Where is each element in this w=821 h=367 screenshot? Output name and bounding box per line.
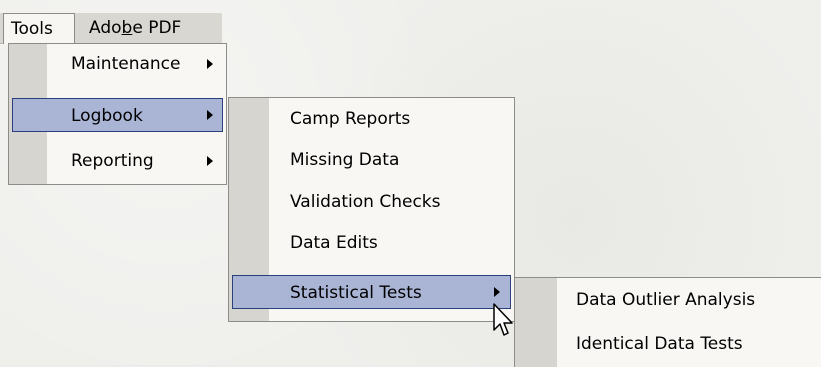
mouse-cursor-icon xyxy=(493,303,513,336)
menu-item-label: Identical Data Tests xyxy=(576,334,743,354)
menu-adobe-pdf-label-part: e PDF xyxy=(132,18,182,38)
menu-item-label: Statistical Tests xyxy=(290,283,422,303)
menu-item-label: Data Outlier Analysis xyxy=(576,290,756,310)
menu-item-label: Logbook xyxy=(71,106,143,126)
menu-item-data-edits[interactable]: Data Edits xyxy=(232,226,511,260)
chevron-right-icon xyxy=(207,156,213,166)
menu-tools[interactable]: Tools xyxy=(3,13,75,44)
menu-item-label: Maintenance xyxy=(71,54,181,74)
menu-item-maintenance[interactable]: Maintenance xyxy=(12,47,223,81)
menu-item-logbook[interactable]: Logbook xyxy=(12,98,223,132)
statistical-tests-submenu: Data Outlier Analysis Identical Data Tes… xyxy=(514,277,821,367)
menu-adobe-pdf-mnemonic: b xyxy=(121,18,133,38)
menu-item-reporting[interactable]: Reporting xyxy=(12,144,223,178)
logbook-submenu: Camp Reports Missing Data Validation Che… xyxy=(228,97,515,322)
menu-item-data-outlier-analysis[interactable]: Data Outlier Analysis xyxy=(518,283,818,317)
chevron-right-icon xyxy=(207,59,213,69)
menu-adobe-pdf-label: Adobe PDF xyxy=(89,18,181,38)
menu-item-missing-data[interactable]: Missing Data xyxy=(232,143,511,177)
menu-item-label: Camp Reports xyxy=(290,109,411,129)
menu-tools-label: Tools xyxy=(11,19,53,39)
menu-item-label: Missing Data xyxy=(290,150,400,170)
menu-item-identical-data-tests[interactable]: Identical Data Tests xyxy=(518,327,818,361)
menu-item-label: Validation Checks xyxy=(290,192,441,212)
menu-item-label: Data Edits xyxy=(290,233,378,253)
menu-item-camp-reports[interactable]: Camp Reports xyxy=(232,102,511,136)
menu-item-validation-checks[interactable]: Validation Checks xyxy=(232,185,511,219)
menu-adobe-pdf-label-part: Ado xyxy=(89,18,122,38)
menu-item-statistical-tests[interactable]: Statistical Tests xyxy=(232,275,511,309)
chevron-right-icon xyxy=(207,110,213,120)
menu-item-label: Reporting xyxy=(71,151,154,171)
chevron-right-icon xyxy=(494,287,500,297)
tools-dropdown-menu: Maintenance Logbook Reporting xyxy=(8,43,227,185)
menu-bar: Tools Adobe PDF xyxy=(0,12,222,44)
menu-adobe-pdf[interactable]: Adobe PDF xyxy=(82,13,188,43)
